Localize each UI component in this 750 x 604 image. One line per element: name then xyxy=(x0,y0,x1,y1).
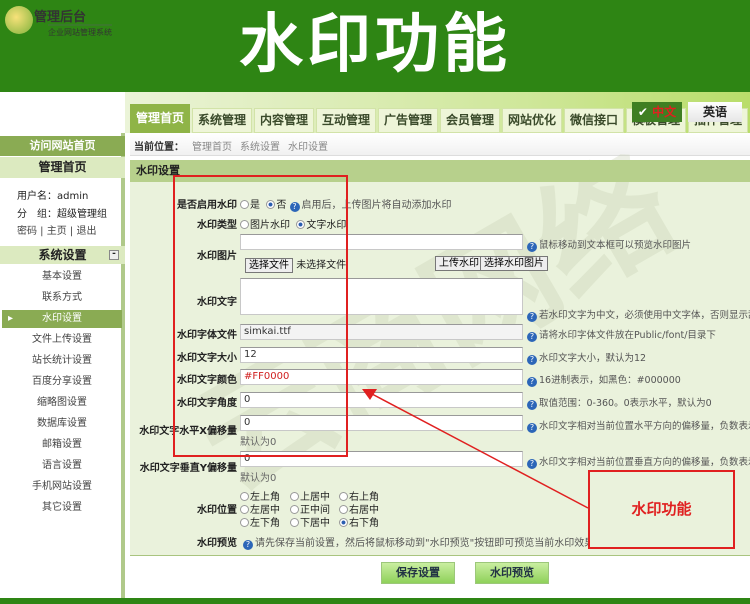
annotation-label: 水印功能 xyxy=(588,470,735,549)
